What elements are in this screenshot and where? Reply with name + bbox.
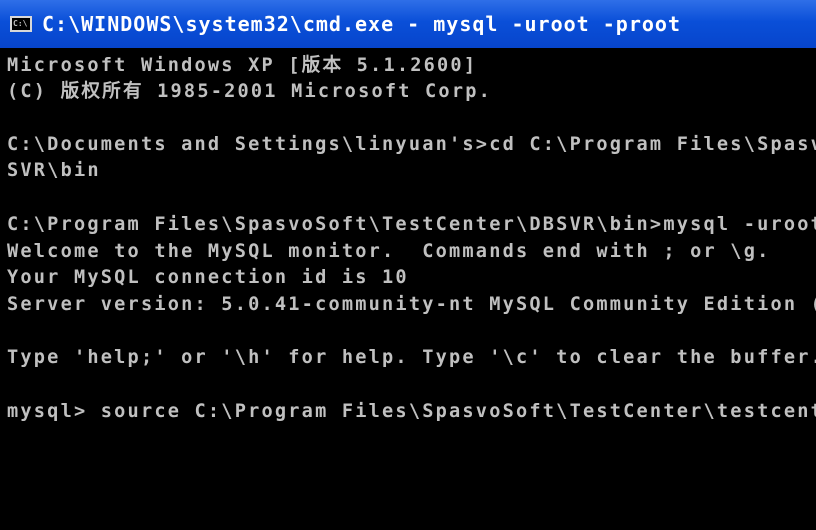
console-line-connection: Your MySQL connection id is 10	[7, 267, 409, 288]
console-line-cd-command: C:\Documents and Settings\linyuan's>cd C…	[7, 134, 816, 155]
console-line-mysql-login: C:\Program Files\SpasvoSoft\TestCenter\D…	[7, 214, 816, 235]
console-line-prompt[interactable]: mysql> source C:\Program Files\SpasvoSof…	[7, 399, 816, 425]
cmd-window: C:\ C:\WINDOWS\system32\cmd.exe - mysql …	[0, 0, 816, 530]
cmd-window-icon[interactable]: C:\	[10, 16, 32, 32]
console-line-version: Microsoft Windows XP [版本 5.1.2600]	[7, 55, 478, 76]
console-line-copyright: (C) 版权所有 1985-2001 Microsoft Corp.	[7, 81, 493, 102]
console-line-welcome: Welcome to the MySQL monitor. Commands e…	[7, 241, 771, 262]
console-line-server-ver: Server version: 5.0.41-community-nt MySQ…	[7, 294, 816, 315]
console-output[interactable]: Microsoft Windows XP [版本 5.1.2600] (C) 版…	[0, 50, 816, 530]
console-line-help: Type 'help;' or '\h' for help. Type '\c'…	[7, 347, 816, 368]
window-title: C:\WINDOWS\system32\cmd.exe - mysql -uro…	[42, 12, 682, 36]
title-bar[interactable]: C:\ C:\WINDOWS\system32\cmd.exe - mysql …	[0, 0, 816, 48]
console-line-cd-wrap: SVR\bin	[7, 160, 101, 181]
